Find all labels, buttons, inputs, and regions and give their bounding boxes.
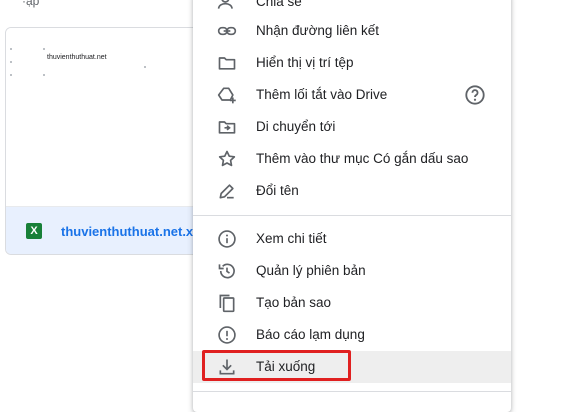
excel-file-icon: X <box>26 223 42 239</box>
menu-item-add-starred[interactable]: Thêm vào thư mục Có gắn dấu sao <box>193 143 511 175</box>
file-thumbnail[interactable]: thuvienthuthuat.net <box>6 28 206 207</box>
thumbnail-cell-mark <box>43 74 45 76</box>
menu-item-get-link[interactable]: Nhận đường liên kết <box>193 15 511 47</box>
menu-divider <box>193 215 511 216</box>
menu-item-label: Chia sẻ <box>256 0 302 9</box>
menu-item-move-to[interactable]: Di chuyển tới <box>193 111 511 143</box>
thumbnail-cell-mark <box>144 66 146 68</box>
thumbnail-cell-mark <box>43 48 45 50</box>
menu-item-view-details[interactable]: Xem chi tiết <box>193 223 511 255</box>
annotation-highlight-box <box>202 350 351 381</box>
menu-item-manage-versions[interactable]: Quản lý phiên bản <box>193 255 511 287</box>
menu-item-label: Hiển thị vị trí tệp <box>256 55 354 70</box>
person-add-icon <box>217 0 237 12</box>
move-to-icon <box>217 117 237 137</box>
folder-icon <box>217 53 237 73</box>
thumbnail-cell-mark <box>10 61 12 63</box>
thumbnail-cell-mark <box>10 74 12 76</box>
menu-item-rename[interactable]: Đổi tên <box>193 175 511 207</box>
menu-item-label: Di chuyển tới <box>256 119 336 134</box>
file-card-footer[interactable]: X thuvienthuthuat.net.xlsx <box>6 207 206 254</box>
add-shortcut-icon <box>217 85 237 105</box>
file-card[interactable]: thuvienthuthuat.net X thuvienthuthuat.ne… <box>5 27 207 255</box>
menu-item-label: Tạo bản sao <box>256 295 332 310</box>
menu-item-label: Đổi tên <box>256 183 299 198</box>
file-name[interactable]: thuvienthuthuat.net.xlsx <box>61 224 206 239</box>
copy-icon <box>217 293 237 313</box>
pencil-icon <box>217 181 237 201</box>
help-icon[interactable] <box>464 84 486 106</box>
menu-item-label: Thêm lối tắt vào Drive <box>256 87 388 102</box>
menu-item-label: Thêm vào thư mục Có gắn dấu sao <box>256 151 469 166</box>
thumbnail-text: thuvienthuthuat.net <box>47 54 107 61</box>
history-icon <box>217 261 237 281</box>
background-partial-text: ·ập <box>22 0 40 8</box>
menu-item-label: Nhận đường liên kết <box>256 23 379 38</box>
star-icon <box>217 149 237 169</box>
link-icon <box>217 21 237 41</box>
menu-item-report-abuse[interactable]: Báo cáo lạm dụng <box>193 319 511 351</box>
menu-item-make-copy[interactable]: Tạo bản sao <box>193 287 511 319</box>
report-icon <box>217 325 237 345</box>
menu-item-label: Quản lý phiên bản <box>256 263 366 278</box>
menu-item-label: Xem chi tiết <box>256 231 327 246</box>
thumbnail-cell-mark <box>10 48 12 50</box>
info-icon <box>217 229 237 249</box>
menu-item-add-shortcut[interactable]: Thêm lối tắt vào Drive <box>193 79 511 111</box>
menu-divider <box>193 391 511 392</box>
menu-item-show-location[interactable]: Hiển thị vị trí tệp <box>193 47 511 79</box>
menu-item-label: Báo cáo lạm dụng <box>256 327 365 342</box>
